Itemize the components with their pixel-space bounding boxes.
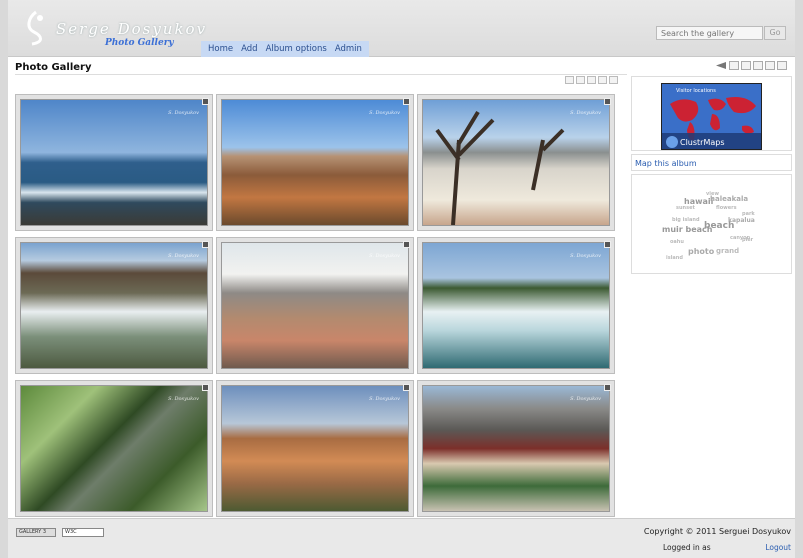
- photo-thumb-gazebo[interactable]: S. Dosyukov: [417, 380, 615, 517]
- watermark-icon: S. Dosyukov: [168, 253, 199, 259]
- thumb-menu-icon[interactable]: [403, 241, 410, 248]
- view-icon-4[interactable]: [765, 61, 775, 70]
- view-icon-1[interactable]: [729, 61, 739, 70]
- tag-cloud: hawaii haleakala muir beach beach kapalu…: [631, 174, 792, 274]
- photo-thumb-niagara[interactable]: S. Dosyukov: [417, 237, 615, 374]
- thumb-menu-icon[interactable]: [604, 98, 611, 105]
- map-album-link[interactable]: Map this album: [635, 159, 697, 168]
- gallery3-badge[interactable]: GALLERY 3: [16, 528, 56, 537]
- main-nav: Home Add Album options Admin: [201, 41, 369, 57]
- watermark-icon: S. Dosyukov: [570, 110, 601, 116]
- tag-park[interactable]: park: [742, 211, 755, 217]
- watermark-icon: S. Dosyukov: [168, 396, 199, 402]
- thumb-menu-icon[interactable]: [604, 241, 611, 248]
- tag-view[interactable]: view: [706, 191, 719, 197]
- clustrmaps-map[interactable]: ClustrMaps Visitor locations: [661, 83, 762, 150]
- w3c-badge[interactable]: W3C: [62, 528, 104, 537]
- tag-big-island[interactable]: big island: [672, 217, 700, 223]
- tag-flowers[interactable]: flowers: [716, 205, 737, 211]
- logout-link[interactable]: Logout: [765, 543, 791, 552]
- page-title: Photo Gallery: [15, 62, 92, 73]
- photo-thumb-ocean-waves[interactable]: S. Dosyukov: [15, 94, 213, 231]
- logged-in-text: Logged in as: [663, 543, 711, 552]
- watermark-icon: S. Dosyukov: [369, 253, 400, 259]
- logo-subtitle: Photo Gallery: [105, 38, 174, 48]
- view-toolbar: [714, 61, 787, 70]
- footer: GALLERY 3 W3C Copyright © 2011 Serguei D…: [8, 518, 795, 558]
- map-album-box: Map this album: [631, 154, 792, 171]
- watermark-icon: S. Dosyukov: [369, 396, 400, 402]
- clustrmaps-brand: ClustrMaps: [680, 138, 725, 147]
- album-tool-icon-4[interactable]: [598, 76, 607, 84]
- page-frame: Serge Dosyukov Photo Gallery Home Add Al…: [8, 0, 795, 558]
- tag-canyon[interactable]: canyon: [730, 235, 750, 241]
- photo-thumb-dead-trees[interactable]: S. Dosyukov: [417, 94, 615, 231]
- photo-thumb-iguana[interactable]: S. Dosyukov: [15, 380, 213, 517]
- view-icon-2[interactable]: [741, 61, 751, 70]
- nav-album-options[interactable]: Album options: [262, 44, 331, 54]
- tag-grand[interactable]: grand: [716, 247, 739, 255]
- world-map-icon: ClustrMaps Visitor locations: [662, 84, 761, 149]
- thumb-menu-icon[interactable]: [403, 384, 410, 391]
- thumb-menu-icon[interactable]: [202, 241, 209, 248]
- thumb-menu-icon[interactable]: [403, 98, 410, 105]
- tag-photo[interactable]: photo: [688, 247, 714, 256]
- tag-oahu[interactable]: oahu: [670, 239, 684, 245]
- thumb-menu-icon[interactable]: [604, 384, 611, 391]
- tag-island[interactable]: island: [666, 255, 683, 261]
- album-tool-icon-2[interactable]: [576, 76, 585, 84]
- album-tool-icon-3[interactable]: [587, 76, 596, 84]
- photo-thumb-crater[interactable]: S. Dosyukov: [216, 237, 414, 374]
- tag-kapalua[interactable]: kapalua: [728, 217, 755, 224]
- watermark-icon: S. Dosyukov: [570, 253, 601, 259]
- search-go-button[interactable]: Go: [764, 26, 786, 40]
- album-toolbar: [565, 76, 618, 84]
- copyright: Copyright © 2011 Serguei Dosyukov: [643, 527, 791, 536]
- logo-name[interactable]: Serge Dosyukov: [56, 20, 207, 38]
- tag-sunset[interactable]: sunset: [676, 205, 695, 211]
- view-icon-5[interactable]: [777, 61, 787, 70]
- album-tool-icon-1[interactable]: [565, 76, 574, 84]
- search-input[interactable]: [656, 26, 763, 40]
- logo-swirl-icon: [27, 10, 43, 46]
- slideshow-icon[interactable]: [714, 61, 727, 70]
- watermark-icon: S. Dosyukov: [570, 396, 601, 402]
- header: Serge Dosyukov Photo Gallery Home Add Al…: [8, 0, 795, 57]
- tree-silhouette-icon: [435, 110, 565, 225]
- photo-thumb-waterfalls[interactable]: S. Dosyukov: [15, 237, 213, 374]
- nav-add[interactable]: Add: [237, 44, 261, 54]
- photo-thumb-badlands[interactable]: S. Dosyukov: [216, 380, 414, 517]
- thumb-menu-icon[interactable]: [202, 384, 209, 391]
- watermark-icon: S. Dosyukov: [369, 110, 400, 116]
- thumb-menu-icon[interactable]: [202, 98, 209, 105]
- album-tool-icon-5[interactable]: [609, 76, 618, 84]
- view-icon-3[interactable]: [753, 61, 763, 70]
- nav-home[interactable]: Home: [204, 44, 237, 54]
- nav-admin[interactable]: Admin: [331, 44, 366, 54]
- watermark-icon: S. Dosyukov: [168, 110, 199, 116]
- clustrmaps-widget: ClustrMaps Visitor locations: [631, 76, 792, 151]
- clustrmaps-title: Visitor locations: [676, 88, 716, 94]
- photo-thumb-canyon[interactable]: S. Dosyukov: [216, 94, 414, 231]
- divider: [15, 74, 627, 75]
